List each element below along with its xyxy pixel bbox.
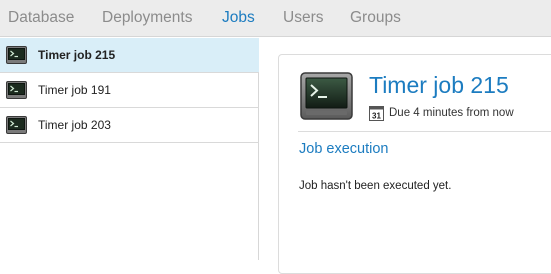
svg-text:31: 31 xyxy=(372,112,381,121)
tab-jobs[interactable]: Jobs xyxy=(222,9,255,27)
list-item-label: Timer job 191 xyxy=(38,83,111,97)
terminal-icon xyxy=(6,46,27,69)
tab-users[interactable]: Users xyxy=(283,9,323,27)
list-item-timer-job-215[interactable]: Timer job 215 xyxy=(0,38,259,73)
divider xyxy=(298,131,551,132)
tab-database[interactable]: Database xyxy=(8,9,74,27)
list-item-timer-job-203[interactable]: Timer job 203 xyxy=(0,108,259,143)
top-nav: Database Deployments Jobs Users Groups xyxy=(0,0,551,37)
terminal-icon xyxy=(300,72,353,125)
list-item-timer-job-191[interactable]: Timer job 191 xyxy=(0,73,259,108)
calendar-icon: 31 xyxy=(369,106,384,126)
execution-status-message: Job hasn't been executed yet. xyxy=(299,180,452,192)
due-text: Due 4 minutes from now xyxy=(389,107,514,119)
list-item-label: Timer job 215 xyxy=(38,48,116,62)
section-title-job-execution: Job execution xyxy=(299,141,389,157)
tab-groups[interactable]: Groups xyxy=(350,9,401,27)
job-title: Timer job 215 xyxy=(369,72,509,98)
terminal-icon xyxy=(6,116,27,139)
tab-deployments[interactable]: Deployments xyxy=(102,9,192,27)
terminal-icon xyxy=(6,81,27,104)
jobs-list: Timer job 215 Timer job 191 Timer job 20… xyxy=(0,38,259,260)
list-item-label: Timer job 203 xyxy=(38,118,111,132)
